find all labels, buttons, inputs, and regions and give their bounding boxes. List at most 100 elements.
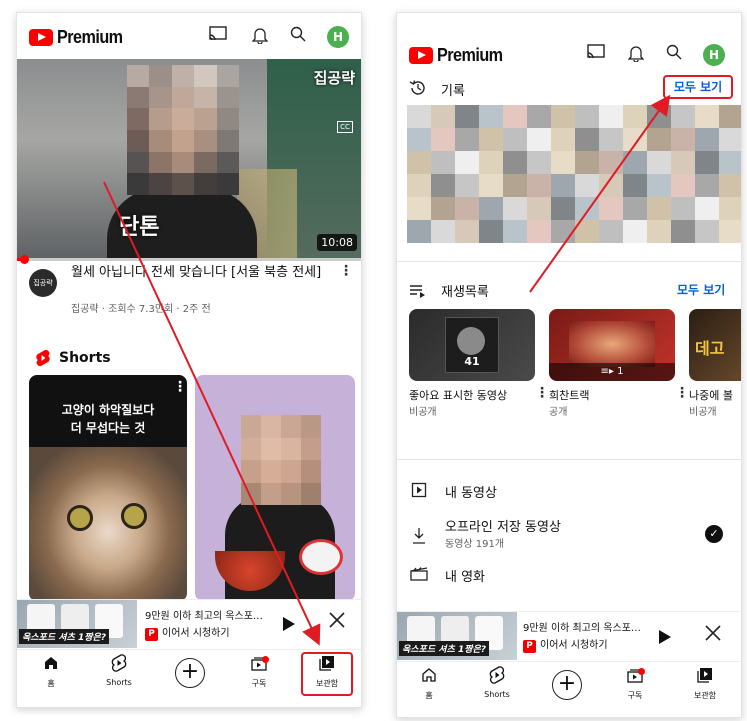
- my-movies-row[interactable]: 내 영화: [445, 566, 485, 585]
- mini-player-thumbnail[interactable]: 옥스포드 셔츠 1짱은?: [397, 612, 517, 660]
- nav-library[interactable]: 보관함: [301, 652, 353, 696]
- home-icon: [399, 666, 459, 690]
- history-mosaic-tile: [671, 151, 695, 174]
- play-icon[interactable]: [283, 616, 295, 635]
- history-see-all-link[interactable]: 모두 보기: [663, 75, 733, 99]
- play-icon[interactable]: [659, 629, 671, 648]
- nav-subscriptions[interactable]: 구독: [229, 654, 289, 689]
- history-mosaic-tile: [455, 174, 479, 197]
- history-mosaic-tile: [479, 174, 503, 197]
- history-mosaic-tile: [599, 220, 623, 243]
- history-icon: [409, 79, 427, 101]
- history-mosaic-tile: [551, 128, 575, 151]
- cast-icon[interactable]: [207, 26, 229, 48]
- history-mosaic-tile: [551, 220, 575, 243]
- history-mosaic-tile: [479, 197, 503, 220]
- nav-library[interactable]: 보관함: [675, 666, 735, 701]
- history-mosaic-tile: [551, 174, 575, 197]
- bell-icon[interactable]: [249, 26, 271, 48]
- history-mosaic-tile: [695, 128, 719, 151]
- playlist-title[interactable]: 나중에 볼: [689, 387, 733, 403]
- video-thumbnail[interactable]: 집공략 CC 단톤 10:08: [17, 59, 361, 259]
- cat-eye-right: [121, 503, 147, 529]
- search-icon[interactable]: [287, 26, 309, 48]
- shorts-icon: [89, 654, 149, 678]
- history-mosaic-tile: [719, 197, 741, 220]
- history-mosaic-tile: [527, 151, 551, 174]
- create-icon: +: [175, 658, 205, 688]
- history-mosaic-tile: [647, 128, 671, 151]
- history-thumbnails[interactable]: [407, 105, 741, 243]
- thumb-up-icon: [457, 327, 485, 355]
- history-mosaic-tile: [551, 151, 575, 174]
- playlist-privacy: 비공개: [409, 407, 437, 418]
- video-title[interactable]: 월세 아닙니다 전세 맞습니다 [서울 북층 전세]: [71, 264, 329, 281]
- mini-thumb-text: 옥스포드 셔츠 1짱은?: [19, 629, 109, 644]
- history-label: 기록: [441, 84, 465, 99]
- nav-home[interactable]: 홈: [399, 666, 459, 701]
- history-mosaic-tile: [455, 197, 479, 220]
- cast-icon[interactable]: [585, 44, 607, 66]
- history-mosaic-tile: [479, 128, 503, 151]
- nav-label: 구독: [627, 691, 643, 700]
- history-mosaic-tile: [503, 220, 527, 243]
- avatar[interactable]: H: [703, 44, 725, 66]
- playlist-thumbnail[interactable]: ≡▸ 1: [549, 309, 675, 381]
- more-options-icon[interactable]: ⋮: [535, 385, 549, 401]
- short-more-icon[interactable]: ⋮: [173, 379, 187, 395]
- download-icon: [409, 527, 429, 549]
- playlist-cover: [569, 321, 655, 367]
- nav-shorts[interactable]: Shorts: [89, 654, 149, 687]
- playlist-icon: [409, 283, 427, 302]
- youtube-logo-icon: [29, 29, 53, 46]
- history-mosaic-tile: [671, 105, 695, 128]
- short-card[interactable]: 고양이 하악질보다 더 무섭다는 것 ⋮: [29, 375, 187, 601]
- history-mosaic-tile: [527, 128, 551, 151]
- nav-create[interactable]: +: [160, 654, 220, 688]
- history-mosaic-tile: [431, 197, 455, 220]
- history-mosaic-tile: [575, 220, 599, 243]
- bell-icon[interactable]: [625, 44, 647, 66]
- watch-progress: [17, 255, 361, 264]
- playlists-see-all-link[interactable]: 모두 보기: [677, 281, 725, 298]
- mini-player[interactable]: 옥스포드 셔츠 1짱은? 9만원 이하 최고의 옥스포… P 이어서 시청하기: [17, 599, 361, 648]
- offline-videos-row[interactable]: 오프라인 저장 동영상: [445, 516, 561, 535]
- history-mosaic-tile: [551, 105, 575, 128]
- nav-subscriptions[interactable]: 구독: [605, 666, 665, 701]
- history-mosaic-tile: [623, 197, 647, 220]
- history-mosaic-tile: [431, 105, 455, 128]
- search-icon[interactable]: [663, 44, 685, 66]
- cc-icon[interactable]: CC: [337, 121, 353, 133]
- overlay-caption: 단톤: [119, 215, 160, 240]
- playlist-cover-text: 데고: [695, 339, 725, 358]
- playlist-queue-icon: ≡▸: [600, 366, 618, 377]
- my-videos-icon: [409, 482, 429, 502]
- more-options-icon[interactable]: ⋮: [339, 263, 353, 279]
- history-mosaic-tile: [503, 174, 527, 197]
- nav-label: Shorts: [484, 690, 510, 699]
- playlist-thumbnail[interactable]: 데고: [689, 309, 741, 381]
- close-icon[interactable]: [705, 625, 721, 645]
- short-card[interactable]: [195, 375, 355, 601]
- nav-home[interactable]: 홈: [21, 654, 81, 689]
- rice-bowl: [299, 539, 343, 575]
- history-mosaic-tile: [455, 151, 479, 174]
- close-icon[interactable]: [329, 612, 345, 632]
- youtube-premium-logo[interactable]: Premium: [29, 27, 130, 48]
- playlist-title[interactable]: 좋아요 표시한 동영상: [409, 387, 507, 403]
- nav-create[interactable]: +: [537, 666, 597, 700]
- youtube-premium-logo[interactable]: Premium: [409, 45, 510, 66]
- mini-player-thumbnail[interactable]: 옥스포드 셔츠 1짱은?: [17, 600, 137, 648]
- playlist-thumbnail[interactable]: 41: [409, 309, 535, 381]
- mini-player-subtitle: 이어서 시청하기: [162, 628, 230, 639]
- playlist-title[interactable]: 희찬트랙: [549, 387, 589, 403]
- nav-shorts[interactable]: Shorts: [467, 666, 527, 699]
- channel-avatar[interactable]: 집공략: [29, 269, 57, 297]
- my-videos-row[interactable]: 내 동영상: [445, 482, 497, 501]
- avatar[interactable]: H: [327, 26, 349, 48]
- history-mosaic-tile: [671, 197, 695, 220]
- more-options-icon[interactable]: ⋮: [675, 385, 689, 401]
- mini-player[interactable]: 옥스포드 셔츠 1짱은? 9만원 이하 최고의 옥스포… P 이어서 시청하기: [397, 611, 741, 660]
- mini-player-title: 9만원 이하 최고의 옥스포…: [145, 611, 263, 622]
- history-mosaic-tile: [431, 151, 455, 174]
